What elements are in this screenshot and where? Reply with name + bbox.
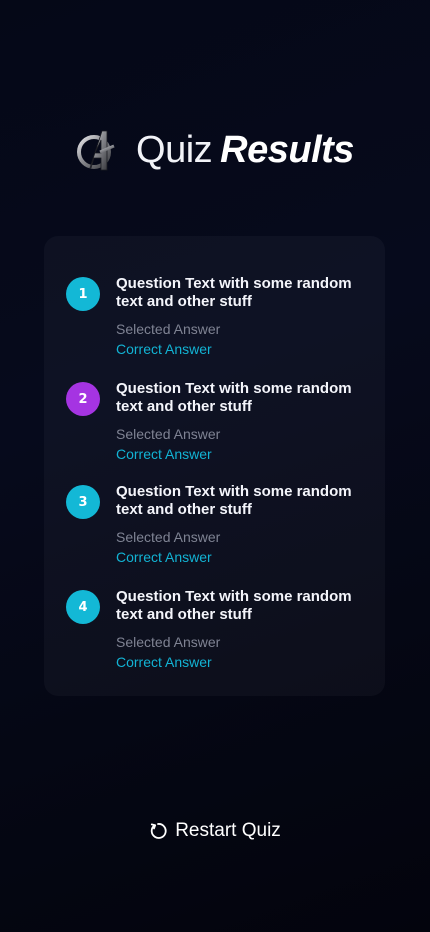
selected-answer: Selected Answer (116, 321, 221, 337)
selected-answer: Selected Answer (116, 426, 221, 442)
question-number: 2 (78, 391, 88, 407)
correct-answer: Correct Answer (116, 341, 212, 357)
question-text: Question Text with some random text and … (116, 275, 352, 310)
question-number-badge: 3 (66, 485, 100, 519)
question-number: 1 (78, 286, 88, 302)
question-text: Question Text with some random text and … (116, 588, 352, 623)
result-item: 2 Question Text with some random text an… (66, 380, 366, 462)
correct-answer: Correct Answer (116, 654, 212, 670)
restart-quiz-label: Restart Quiz (175, 820, 281, 841)
result-item: 1 Question Text with some random text an… (66, 275, 366, 357)
question-number-badge: 1 (66, 277, 100, 311)
results-header: Quiz Results (0, 126, 430, 174)
page-title-bold: Results (220, 129, 354, 171)
page-title: Quiz Results (136, 128, 354, 172)
question-number-badge: 4 (66, 590, 100, 624)
correct-answer: Correct Answer (116, 446, 212, 462)
result-item: 4 Question Text with some random text an… (66, 588, 366, 670)
question-number: 3 (78, 494, 88, 510)
results-card: 1 Question Text with some random text an… (44, 236, 385, 696)
correct-answer: Correct Answer (116, 549, 212, 565)
avengers-logo-icon (77, 130, 115, 171)
restart-quiz-button[interactable]: Restart Quiz (0, 818, 430, 844)
restart-icon (151, 823, 167, 839)
page-title-light: Quiz (136, 129, 213, 171)
selected-answer: Selected Answer (116, 634, 221, 650)
question-text: Question Text with some random text and … (116, 380, 352, 415)
selected-answer: Selected Answer (116, 529, 221, 545)
question-number-badge: 2 (66, 382, 100, 416)
question-text: Question Text with some random text and … (116, 483, 352, 518)
result-item: 3 Question Text with some random text an… (66, 483, 366, 565)
question-number: 4 (78, 599, 88, 615)
